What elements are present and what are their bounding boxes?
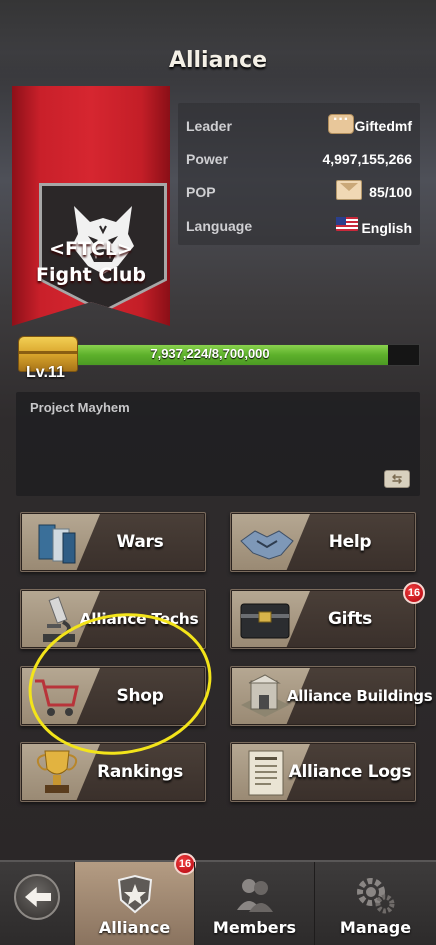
tab-members-label: Members bbox=[212, 918, 297, 937]
alliance-logs-button[interactable]: Alliance Logs bbox=[230, 742, 416, 802]
power-value: 4,997,155,266 bbox=[322, 151, 412, 167]
back-arrow-icon bbox=[25, 887, 51, 907]
alliance-buildings-button[interactable]: Alliance Buildings bbox=[230, 666, 433, 726]
xp-text: 7,937,224/8,700,000 bbox=[150, 346, 270, 361]
tab-members[interactable]: Members bbox=[194, 862, 314, 945]
gifts-label: Gifts bbox=[328, 609, 372, 629]
gifts-button[interactable]: Gifts bbox=[230, 589, 416, 649]
leader-label: Leader bbox=[186, 118, 232, 134]
wars-label: Wars bbox=[116, 532, 164, 552]
log-document-icon bbox=[248, 750, 284, 796]
tab-manage-label: Manage bbox=[339, 918, 412, 937]
pop-value: 85/100 bbox=[369, 184, 412, 200]
power-label: Power bbox=[186, 151, 229, 167]
language-value: English bbox=[361, 220, 412, 236]
alliance-logs-label: Alliance Logs bbox=[288, 762, 412, 782]
power-row: Power 4,997,155,266 bbox=[186, 147, 416, 173]
top-bar bbox=[0, 0, 436, 88]
us-flag-icon bbox=[336, 217, 358, 231]
tab-manage[interactable]: Manage bbox=[314, 862, 436, 945]
alliance-level: Lv.11 bbox=[26, 364, 65, 381]
gear-icon bbox=[357, 878, 395, 914]
alliance-description: Project Mayhem ⇆ bbox=[16, 392, 420, 496]
alliance-name: Fight Club bbox=[36, 264, 146, 286]
help-button[interactable]: Help bbox=[230, 512, 416, 572]
translate-icon[interactable]: ⇆ bbox=[384, 470, 410, 488]
alliance-buildings-label: Alliance Buildings bbox=[287, 687, 433, 705]
description-text: Project Mayhem bbox=[30, 400, 130, 415]
back-button[interactable] bbox=[14, 874, 60, 920]
trophy-icon bbox=[36, 750, 78, 793]
pop-label: POP bbox=[186, 184, 216, 200]
alliance-tab-badge: 16 bbox=[174, 853, 196, 875]
building-icon bbox=[241, 674, 289, 717]
wars-button[interactable]: Wars bbox=[20, 512, 206, 572]
tab-alliance[interactable]: Alliance bbox=[74, 862, 194, 945]
chat-icon[interactable] bbox=[328, 111, 354, 134]
alliance-tag: <FTCL> bbox=[49, 238, 133, 260]
mail-icon[interactable] bbox=[336, 180, 362, 200]
pop-row: POP 85/100 bbox=[186, 180, 416, 206]
leader-value: Giftedmf bbox=[354, 118, 412, 134]
language-label: Language bbox=[186, 218, 253, 234]
alliance-name-block: <FTCL> Fight Club bbox=[12, 236, 170, 288]
language-row: Language English bbox=[186, 214, 416, 240]
help-label: Help bbox=[328, 532, 372, 552]
members-icon bbox=[237, 879, 273, 912]
leader-row: Leader Giftedmf bbox=[186, 111, 416, 140]
books-icon bbox=[38, 524, 76, 564]
page-title: Alliance bbox=[168, 48, 268, 73]
gifts-badge: 16 bbox=[403, 582, 425, 604]
tab-alliance-label: Alliance bbox=[98, 918, 171, 937]
alliance-banner bbox=[12, 86, 170, 326]
alliance-shield-icon bbox=[117, 874, 153, 914]
